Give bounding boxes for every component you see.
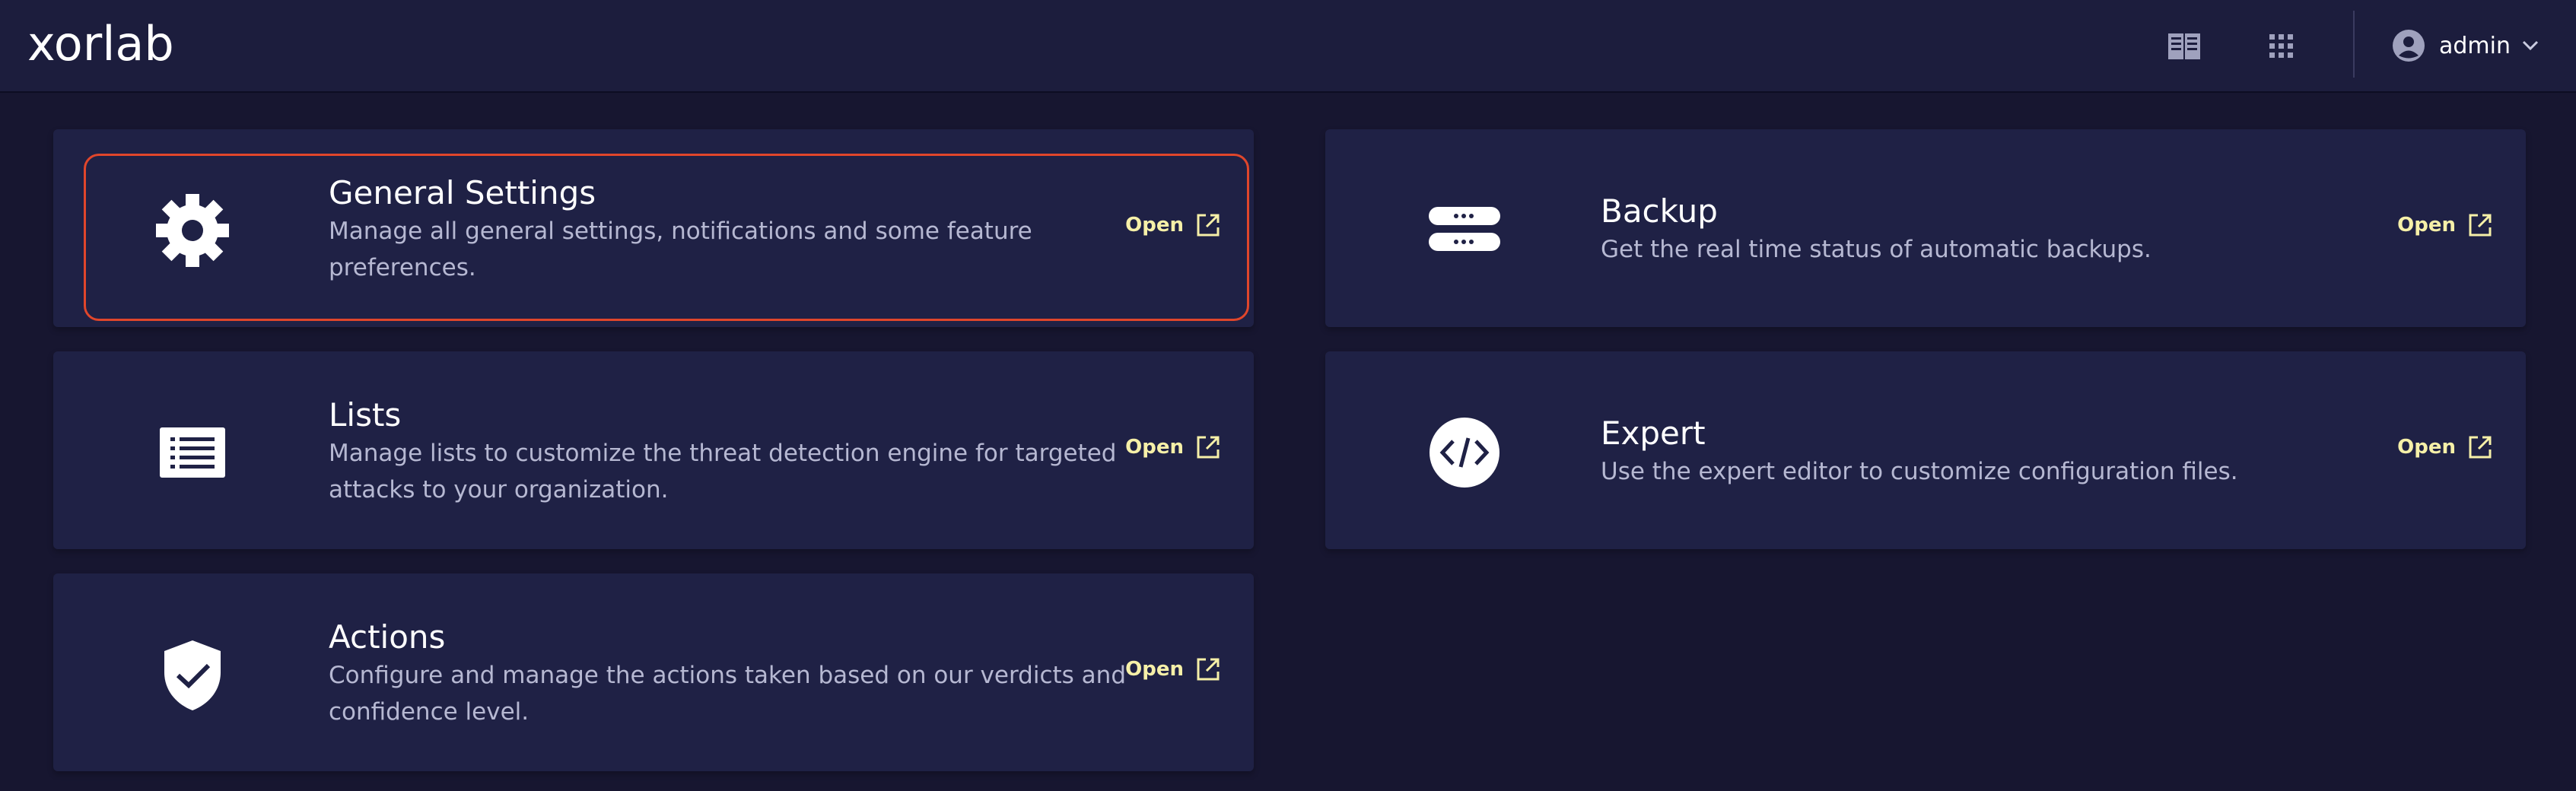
card-title: Backup — [1601, 192, 1718, 230]
external-link-icon — [2469, 214, 2492, 237]
open-label: Open — [1125, 214, 1184, 237]
open-link[interactable]: Open — [2397, 435, 2492, 459]
account-circle-icon — [2393, 30, 2425, 62]
external-link-icon — [1197, 214, 1220, 237]
open-label: Open — [1125, 658, 1184, 681]
gear-icon — [152, 190, 233, 271]
chevron-down-icon — [2522, 40, 2539, 51]
apps-grid-icon[interactable] — [2264, 29, 2299, 64]
card-general-settings[interactable]: General Settings Manage all general sett… — [53, 129, 1254, 327]
card-backup[interactable]: Backup Get the real time status of autom… — [1325, 129, 2526, 327]
card-title: Lists — [329, 396, 402, 434]
xorlab-logo[interactable]: xorlab — [27, 17, 174, 71]
book-icon[interactable] — [2167, 29, 2202, 64]
external-link-icon — [1197, 658, 1220, 681]
open-label: Open — [1125, 436, 1184, 459]
list-icon — [152, 412, 233, 493]
card-title: General Settings — [329, 174, 596, 211]
server-icon — [1424, 190, 1505, 271]
open-link[interactable]: Open — [1125, 435, 1220, 459]
external-link-icon — [2469, 436, 2492, 459]
header-divider — [2353, 11, 2355, 78]
open-link[interactable]: Open — [1125, 213, 1220, 237]
open-link[interactable]: Open — [2397, 213, 2492, 237]
card-expert[interactable]: Expert Use the expert editor to customiz… — [1325, 351, 2526, 549]
user-menu[interactable]: admin — [2392, 24, 2539, 67]
card-description: Use the expert editor to customize confi… — [1601, 458, 2238, 485]
user-name: admin — [2439, 32, 2511, 59]
code-icon — [1424, 412, 1505, 493]
external-link-icon — [1197, 436, 1220, 459]
open-label: Open — [2397, 214, 2456, 237]
top-bar: xorlab admin — [0, 0, 2576, 93]
open-link[interactable]: Open — [1125, 657, 1220, 681]
card-title: Actions — [329, 618, 446, 656]
card-description: Manage lists to customize the threat det… — [329, 440, 1117, 504]
card-description: Get the real time status of automatic ba… — [1601, 236, 2151, 263]
shield-check-icon — [152, 634, 233, 715]
card-actions[interactable]: Actions Configure and manage the actions… — [53, 573, 1254, 771]
card-description: Configure and manage the actions taken b… — [329, 662, 1126, 726]
card-title: Expert — [1601, 415, 1706, 452]
card-lists[interactable]: Lists Manage lists to customize the thre… — [53, 351, 1254, 549]
card-description: Manage all general settings, notificatio… — [329, 218, 1032, 281]
open-label: Open — [2397, 436, 2456, 459]
